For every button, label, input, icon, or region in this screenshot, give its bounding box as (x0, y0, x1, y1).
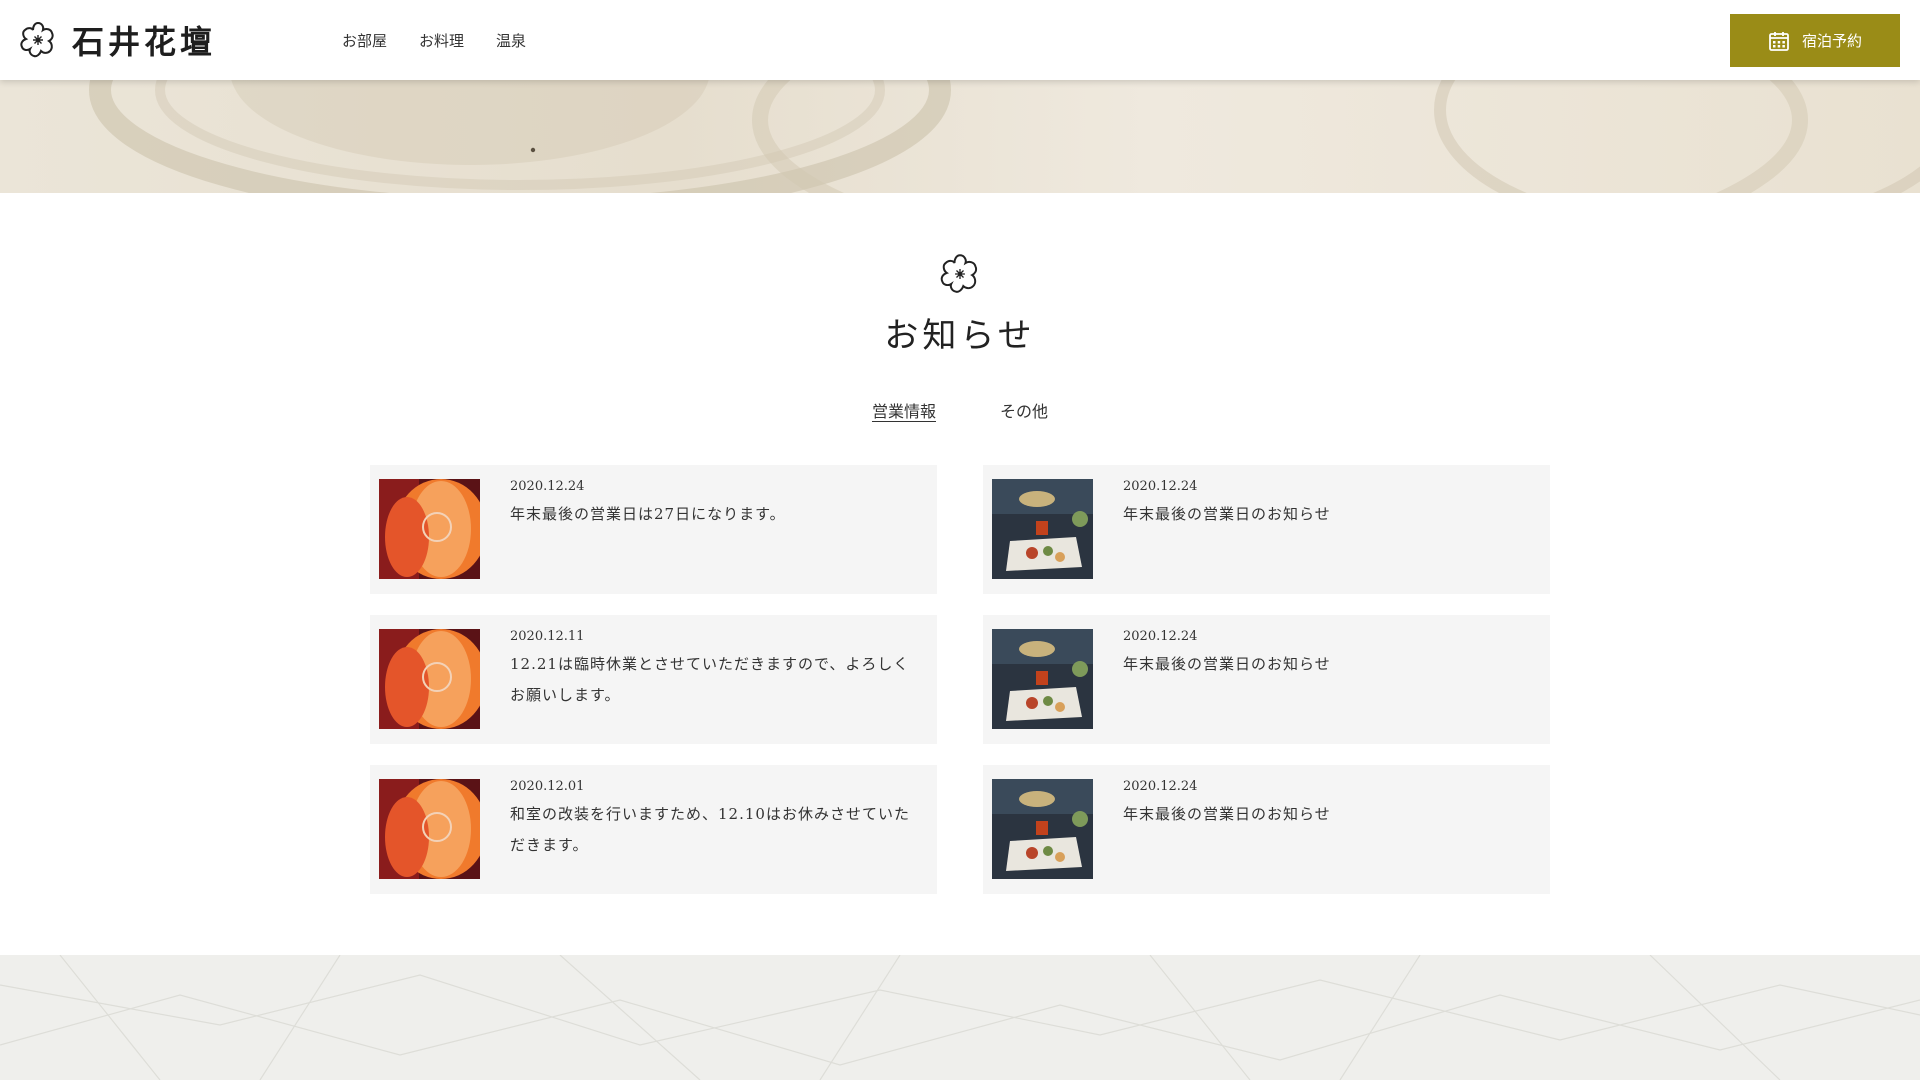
news-card[interactable]: 2020.12.24 年末最後の営業日のお知らせ (983, 465, 1550, 594)
news-title: 年末最後の営業日のお知らせ (1123, 505, 1331, 523)
tab-other[interactable]: その他 (1000, 398, 1048, 422)
reserve-label: 宿泊予約 (1801, 32, 1862, 50)
news-title: 年末最後の営業日のお知らせ (1123, 805, 1331, 823)
logo-text: 石井花壇 (72, 23, 217, 61)
hero-banner-image (0, 80, 1920, 193)
news-date: 2020.12.24 (1123, 779, 1198, 794)
logo[interactable]: 石井花壇 (18, 17, 216, 63)
news-date: 2020.12.24 (1123, 629, 1198, 644)
dish-thumbnail (992, 479, 1093, 579)
lantern-thumbnail (379, 479, 480, 579)
news-date: 2020.12.24 (1123, 479, 1198, 494)
tab-business-info[interactable]: 営業情報 (872, 398, 936, 422)
flower-section-icon (938, 252, 982, 300)
nav-cuisine[interactable]: お料理 (419, 30, 464, 51)
nav-rooms[interactable]: お部屋 (342, 30, 387, 51)
nav-onsen[interactable]: 温泉 (496, 30, 526, 51)
flower-logo-icon (20, 21, 54, 58)
news-title: 12.21は臨時休業とさせていただきますので、よろしくお願いします。 (510, 655, 910, 704)
news-title: 年末最後の営業日は27日になります。 (510, 505, 786, 523)
lantern-thumbnail (379, 629, 480, 729)
site-header: 石井花壇 お部屋 お料理 温泉 宿泊予約 (0, 0, 1920, 80)
news-date: 2020.12.11 (510, 629, 585, 644)
news-card[interactable]: 2020.12.24 年末最後の営業日のお知らせ (983, 615, 1550, 744)
main-nav: お部屋 お料理 温泉 (342, 0, 526, 80)
news-date: 2020.12.24 (510, 479, 585, 494)
news-card[interactable]: 2020.12.11 12.21は臨時休業とさせていただきますので、よろしくお願… (370, 615, 937, 744)
news-title: 年末最後の営業日のお知らせ (1123, 655, 1331, 673)
news-date: 2020.12.01 (510, 779, 585, 794)
news-tabs: 営業情報 その他 (0, 398, 1920, 422)
section-title: お知らせ (884, 316, 1036, 356)
news-card[interactable]: 2020.12.01 和室の改装を行いますため、12.10はお休みさせていただき… (370, 765, 937, 894)
calendar-icon (1769, 31, 1789, 51)
news-title: 和室の改装を行いますため、12.10はお休みさせていただきます。 (510, 805, 910, 854)
reserve-button[interactable]: 宿泊予約 (1730, 14, 1900, 67)
dish-thumbnail (992, 779, 1093, 879)
dish-thumbnail (992, 629, 1093, 729)
lantern-thumbnail (379, 779, 480, 879)
news-card[interactable]: 2020.12.24 年末最後の営業日は27日になります。 (370, 465, 937, 594)
footer-washi-background (0, 955, 1920, 1080)
news-card[interactable]: 2020.12.24 年末最後の営業日のお知らせ (983, 765, 1550, 894)
